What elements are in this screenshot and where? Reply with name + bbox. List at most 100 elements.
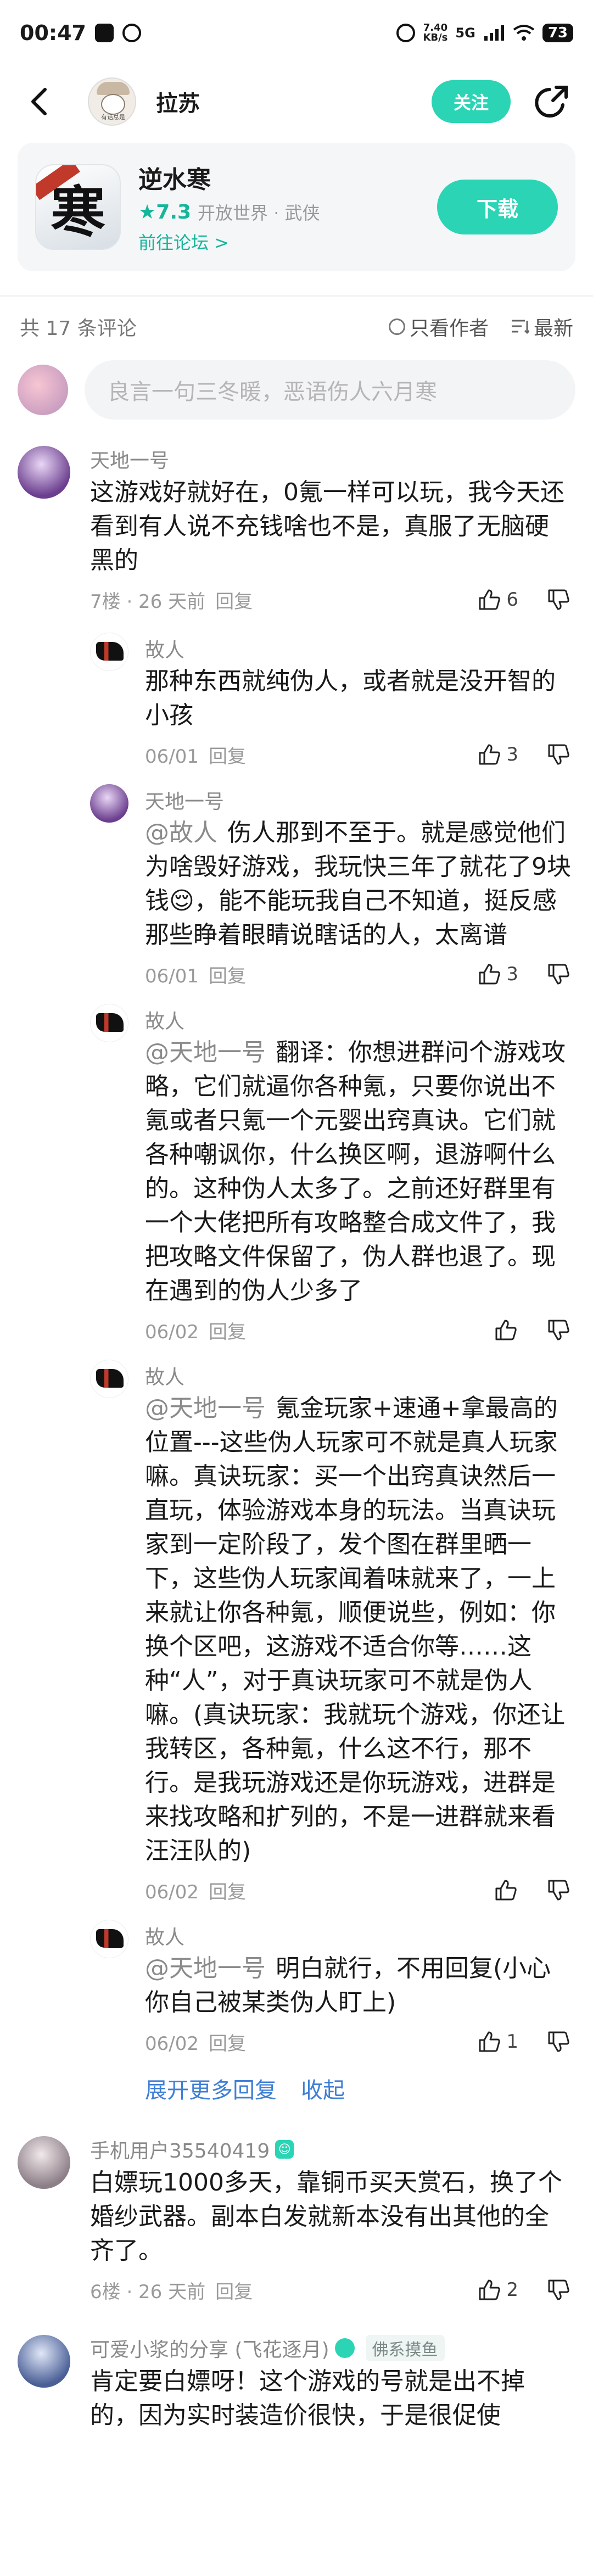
- user-tag: 佛系摸鱼: [365, 2335, 445, 2361]
- like-button[interactable]: [493, 1877, 518, 1903]
- thumb-up-icon: [495, 1320, 517, 1340]
- mention[interactable]: @天地一号: [145, 1954, 266, 1982]
- author-avatar[interactable]: 有话总是: [88, 77, 136, 126]
- replier-name[interactable]: 故人: [145, 633, 571, 664]
- like-button[interactable]: 2: [477, 2277, 518, 2303]
- dislike-button[interactable]: [546, 2277, 571, 2303]
- mention[interactable]: @故人: [145, 819, 217, 847]
- level-badge-icon: ☺: [275, 2140, 294, 2159]
- reply-button[interactable]: 回复: [209, 2033, 246, 2055]
- game-title[interactable]: 逆水寒: [138, 160, 437, 195]
- author-name[interactable]: 拉苏: [156, 86, 432, 118]
- replier-name[interactable]: 天地一号: [145, 784, 571, 816]
- reply-text: @天地一号 翻译：你想进群问个游戏攻略，它们就逼你各种氪，只要你说出不氪或者只氪一…: [145, 1038, 566, 1305]
- commenter-name[interactable]: 手机用户35540419: [90, 2135, 270, 2164]
- thumb-up-icon: [479, 2279, 501, 2300]
- game-tags: 开放世界 · 武侠: [198, 203, 320, 223]
- commenter-name[interactable]: 天地一号: [90, 443, 571, 476]
- reply-button[interactable]: 回复: [209, 746, 246, 768]
- expand-row: 展开更多回复 收起: [0, 2064, 593, 2113]
- reply-button[interactable]: 回复: [209, 965, 246, 987]
- thumb-down-icon: [548, 589, 569, 610]
- replier-avatar[interactable]: [90, 784, 128, 823]
- dislike-button[interactable]: [546, 742, 571, 767]
- replier-avatar[interactable]: [90, 633, 128, 671]
- comment: 手机用户35540419 ☺ 白嫖玩1000多天，靠铜币买天赏石，换了个婚纱武器…: [0, 2133, 593, 2312]
- sort-icon: [511, 320, 529, 334]
- thumb-up-icon: [479, 744, 501, 765]
- like-button[interactable]: 1: [477, 2029, 518, 2054]
- reply-item: 故人 @天地一号 翻译：你想进群问个游戏攻略，它们就逼你各种氪，只要你说出不氪或者…: [0, 1004, 593, 1352]
- game-card[interactable]: 寒 逆水寒 ★7.3 开放世界 · 武侠 前往论坛 > 下载: [18, 143, 575, 271]
- forum-link[interactable]: 前往论坛 >: [138, 229, 437, 254]
- dislike-button[interactable]: [546, 587, 571, 612]
- reply-item: 故人 那种东西就纯伪人，或者就是没开智的小孩 06/01 回复 3: [0, 633, 593, 776]
- comment-count: 共 17 条评论: [20, 317, 137, 340]
- replier-name[interactable]: 故人: [145, 1920, 571, 1952]
- reply-button[interactable]: 回复: [209, 1881, 246, 1903]
- avatar-tag: 有话总是: [101, 114, 125, 121]
- share-icon[interactable]: [533, 82, 571, 121]
- mention[interactable]: @天地一号: [145, 1038, 266, 1066]
- reply-button[interactable]: 回复: [215, 591, 253, 613]
- reply-text: @天地一号 明白就行，不用回复(小心你自己被某类伪人盯上): [145, 1954, 551, 2016]
- commenter-avatar[interactable]: [18, 2136, 70, 2189]
- like-count: 6: [506, 589, 518, 611]
- app-notification-icon: [94, 24, 114, 42]
- net-speed: 7.40 KB/s: [423, 22, 448, 43]
- expand-more-replies-link[interactable]: 展开更多回复: [145, 2072, 277, 2104]
- reply-text: @天地一号 氪金玩家+速通+拿最高的位置---这些伪人玩家可不就是真人玩家嘛。真诀…: [145, 1394, 566, 1865]
- game-icon[interactable]: 寒: [35, 164, 121, 250]
- commenter-avatar[interactable]: [18, 2335, 70, 2388]
- replier-name[interactable]: 故人: [145, 1004, 571, 1036]
- replier-name[interactable]: 故人: [145, 1360, 571, 1392]
- download-button[interactable]: 下载: [437, 180, 558, 234]
- reply-text: @故人 伤人那到不至于。就是感觉他们为啥毁好游戏，我玩快三年了就花了9块钱😌，能不…: [145, 819, 571, 949]
- comment: 可爱小浆的分享 (飞花逐月) 佛系摸鱼 肯定要白嫖呀！这个游戏的号就是出不掉的，…: [0, 2332, 593, 2433]
- thumb-up-icon: [495, 1880, 517, 1901]
- dislike-button[interactable]: [546, 1877, 571, 1903]
- like-count: 1: [506, 2031, 518, 2053]
- sort-button[interactable]: 最新: [511, 312, 573, 341]
- replier-avatar[interactable]: [90, 1920, 128, 1958]
- status-time: 00:47: [20, 21, 86, 45]
- replier-avatar[interactable]: [90, 1360, 128, 1398]
- comment-input-row: 良言一句三冬暖，恶语伤人六月寒: [0, 357, 593, 423]
- thumb-down-icon: [548, 744, 569, 765]
- replier-avatar[interactable]: [90, 1004, 128, 1042]
- commenter-name[interactable]: 可爱小浆的分享 (飞花逐月): [90, 2334, 329, 2362]
- dislike-button[interactable]: [546, 2029, 571, 2054]
- reply-item: 天地一号 @故人 伤人那到不至于。就是感觉他们为啥毁好游戏，我玩快三年了就花了9块…: [0, 784, 593, 996]
- reply-date: 06/02: [145, 1321, 199, 1343]
- collapse-replies-link[interactable]: 收起: [301, 2072, 345, 2104]
- sync-icon: [122, 24, 141, 42]
- reply-item: 故人 @天地一号 氪金玩家+速通+拿最高的位置---这些伪人玩家可不就是真人玩家嘛…: [0, 1360, 593, 1912]
- wifi-icon: [513, 25, 535, 41]
- like-button[interactable]: 3: [477, 742, 518, 767]
- comment: 天地一号 这游戏好就好在，0氪一样可以玩，我今天还看到有人说不充钱啥也不是，真服…: [0, 443, 593, 622]
- dislike-button[interactable]: [546, 962, 571, 987]
- like-button[interactable]: 3: [477, 962, 518, 987]
- reply-button[interactable]: 回复: [209, 1321, 246, 1343]
- author-only-toggle[interactable]: 只看作者: [388, 312, 489, 341]
- commenter-avatar[interactable]: [18, 446, 70, 499]
- mention[interactable]: @天地一号: [145, 1394, 266, 1422]
- battery-indicator: 73: [542, 24, 573, 42]
- like-button[interactable]: 6: [477, 587, 518, 612]
- reply-button[interactable]: 回复: [215, 2281, 253, 2303]
- thumb-down-icon: [548, 1320, 569, 1340]
- status-bar: 00:47 7.40 KB/s 5G 73: [0, 0, 593, 66]
- dislike-button[interactable]: [546, 1317, 571, 1343]
- network-type: 5G: [455, 25, 475, 41]
- thumb-up-icon: [479, 589, 501, 610]
- thumb-down-icon: [548, 2031, 569, 2052]
- commenter-name-row: 可爱小浆的分享 (飞花逐月) 佛系摸鱼: [90, 2332, 571, 2365]
- radio-icon: [388, 318, 405, 335]
- thumb-down-icon: [548, 1880, 569, 1901]
- comment-text: 这游戏好就好在，0氪一样可以玩，我今天还看到有人说不充钱啥也不是，真服了无脑硬黑…: [90, 478, 564, 574]
- follow-button[interactable]: 关注: [431, 80, 511, 123]
- like-button[interactable]: [493, 1317, 518, 1343]
- reply-text: 那种东西就纯伪人，或者就是没开智的小孩: [145, 667, 556, 729]
- back-arrow-icon[interactable]: [22, 85, 55, 118]
- comment-input[interactable]: 良言一句三冬暖，恶语伤人六月寒: [85, 360, 575, 420]
